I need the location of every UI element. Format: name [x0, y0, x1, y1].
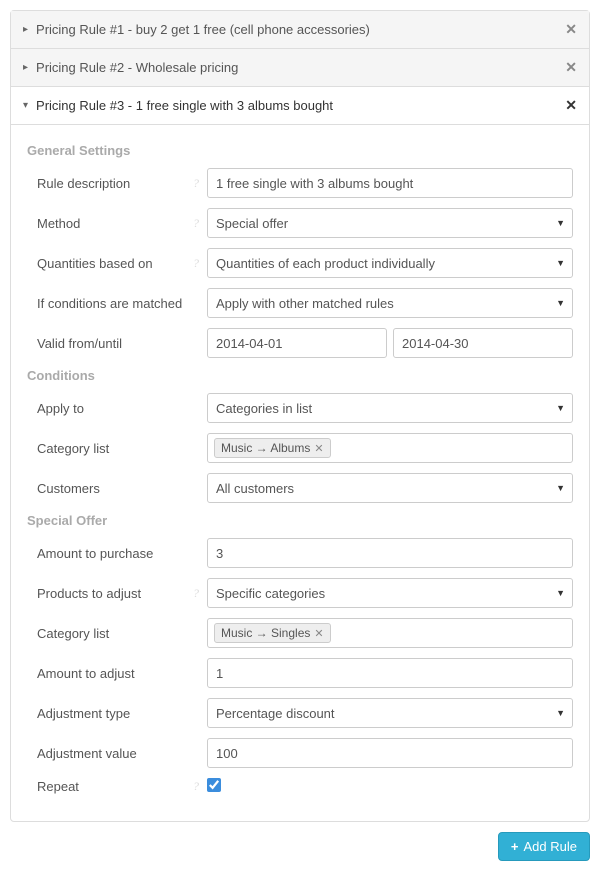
offer-category-list-label: Category list	[37, 626, 109, 641]
adjustment-value-label: Adjustment value	[37, 746, 137, 761]
rule-2-remove-icon[interactable]: ✕	[565, 59, 577, 76]
help-icon[interactable]: ?	[193, 586, 199, 601]
pricing-rules-accordion: ▸ Pricing Rule #1 - buy 2 get 1 free (ce…	[10, 10, 590, 822]
tag-remove-icon[interactable]: ✕	[314, 627, 323, 640]
category-list-label: Category list	[37, 441, 109, 456]
section-special-heading: Special Offer	[27, 513, 573, 528]
valid-label: Valid from/until	[37, 336, 122, 351]
products-adjust-select[interactable]: Specific categories	[207, 578, 573, 608]
help-icon[interactable]: ?	[193, 779, 199, 794]
conditions-matched-select[interactable]: Apply with other matched rules	[207, 288, 573, 318]
customers-select[interactable]: All customers	[207, 473, 573, 503]
rule-1-title: Pricing Rule #1 - buy 2 get 1 free (cell…	[36, 22, 370, 37]
method-label: Method	[37, 216, 80, 231]
add-rule-button[interactable]: +Add Rule	[498, 832, 590, 861]
category-tag: Music → Albums✕	[214, 438, 331, 458]
adjustment-type-select[interactable]: Percentage discount	[207, 698, 573, 728]
tag-remove-icon[interactable]: ✕	[314, 442, 323, 455]
plus-icon: +	[511, 839, 519, 854]
category-tag: Music → Singles✕	[214, 623, 331, 643]
conditions-category-tagbox[interactable]: Music → Albums✕	[207, 433, 573, 463]
chevron-right-icon: ▸	[23, 62, 28, 73]
valid-until-input[interactable]	[393, 328, 573, 358]
rule-3-remove-icon[interactable]: ✕	[565, 97, 577, 114]
help-icon[interactable]: ?	[193, 176, 199, 191]
amount-adjust-label: Amount to adjust	[37, 666, 135, 681]
rule-3-header[interactable]: ▾ Pricing Rule #3 - 1 free single with 3…	[11, 87, 589, 125]
rule-2-title: Pricing Rule #2 - Wholesale pricing	[36, 60, 238, 75]
rule-1-header[interactable]: ▸ Pricing Rule #1 - buy 2 get 1 free (ce…	[11, 11, 589, 49]
offer-category-tagbox[interactable]: Music → Singles✕	[207, 618, 573, 648]
repeat-label: Repeat	[37, 779, 79, 794]
customers-label: Customers	[37, 481, 100, 496]
valid-from-input[interactable]	[207, 328, 387, 358]
products-adjust-label: Products to adjust	[37, 586, 141, 601]
chevron-right-icon: ▸	[23, 24, 28, 35]
adjustment-type-label: Adjustment type	[37, 706, 130, 721]
apply-to-label: Apply to	[37, 401, 84, 416]
rule-1-remove-icon[interactable]: ✕	[565, 21, 577, 38]
rule-3-body: General Settings Rule description? Metho…	[11, 125, 589, 821]
chevron-down-icon: ▾	[23, 100, 28, 111]
amount-adjust-input[interactable]	[207, 658, 573, 688]
adjustment-value-input[interactable]	[207, 738, 573, 768]
quantities-select[interactable]: Quantities of each product individually	[207, 248, 573, 278]
rule-description-label: Rule description	[37, 176, 130, 191]
amount-purchase-label: Amount to purchase	[37, 546, 153, 561]
rule-description-input[interactable]	[207, 168, 573, 198]
rule-2-header[interactable]: ▸ Pricing Rule #2 - Wholesale pricing ✕	[11, 49, 589, 87]
help-icon[interactable]: ?	[193, 216, 199, 231]
amount-purchase-input[interactable]	[207, 538, 573, 568]
quantities-label: Quantities based on	[37, 256, 153, 271]
apply-to-select[interactable]: Categories in list	[207, 393, 573, 423]
rule-3-title: Pricing Rule #3 - 1 free single with 3 a…	[36, 98, 333, 113]
conditions-matched-label: If conditions are matched	[37, 296, 182, 311]
method-select[interactable]: Special offer	[207, 208, 573, 238]
repeat-checkbox[interactable]	[207, 778, 221, 792]
section-general-heading: General Settings	[27, 143, 573, 158]
help-icon[interactable]: ?	[193, 256, 199, 271]
section-conditions-heading: Conditions	[27, 368, 573, 383]
